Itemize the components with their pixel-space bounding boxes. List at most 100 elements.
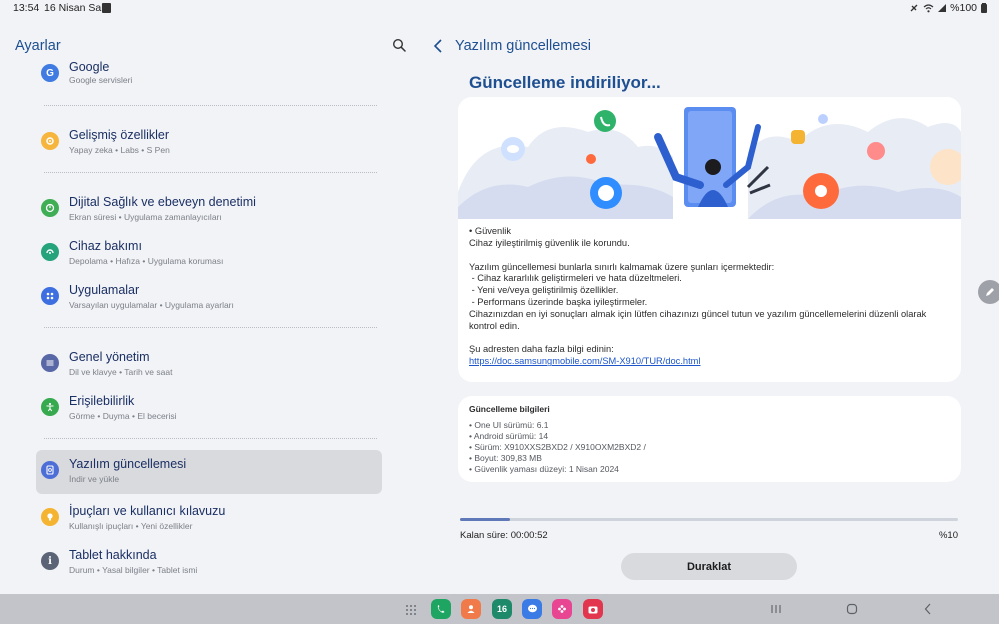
notification-icon (102, 3, 111, 13)
camera-icon[interactable] (583, 599, 603, 619)
calendar-day: 16 (496, 604, 507, 614)
digital-wellbeing-icon (41, 199, 59, 217)
menu-item-software-update[interactable]: Yazılım güncellemesi İndir ve yükle (36, 450, 382, 494)
menu-item-about-tablet[interactable]: i Tablet hakkında Durum • Yasal bilgiler… (36, 541, 382, 585)
messages-icon[interactable] (522, 599, 542, 619)
notes-line: - Cihaz kararlılık geliştirmeleri ve hat… (469, 273, 682, 284)
menu-item-subtitle: Ekran süresi • Uygulama zamanlayıcıları (69, 212, 222, 222)
pen-icon (986, 288, 994, 296)
settings-title: Ayarlar (15, 38, 61, 54)
app-drawer-icon[interactable] (405, 604, 417, 616)
about-tablet-icon: i (41, 552, 59, 570)
menu-item-subtitle: Kullanışlı ipuçları • Yeni özellikler (69, 521, 193, 531)
menu-item-title: Tablet hakkında (69, 548, 157, 562)
menu-item-tips[interactable]: İpuçları ve kullanıcı kılavuzu Kullanışl… (36, 497, 382, 541)
update-info-item: • Güvenlik yaması düzeyi: 1 Nisan 2024 (469, 464, 619, 474)
menu-item-subtitle: Depolama • Hafıza • Uygulama koruması (69, 256, 224, 266)
wifi-icon (923, 4, 934, 13)
menu-item-device-care[interactable]: Cihaz bakımı Depolama • Hafıza • Uygulam… (36, 232, 382, 276)
signal-icon (938, 4, 947, 12)
notes-line: - Yeni ve/veya geliştirilmiş özellikler. (469, 285, 619, 296)
pause-button[interactable]: Duraklat (621, 553, 797, 580)
general-management-icon (41, 354, 59, 372)
menu-item-subtitle: İndir ve yükle (69, 474, 120, 484)
menu-item-subtitle: Durum • Yasal bilgiler • Tablet ismi (69, 565, 198, 575)
battery-icon (981, 3, 987, 13)
navigation-bar: 16 (0, 594, 999, 624)
progress-percent: %10 (938, 530, 958, 541)
update-info-item: • Android sürümü: 14 (469, 431, 549, 441)
update-info-title: Güncelleme bilgileri (469, 404, 550, 414)
remaining-time: Kalan süre: 00:00:52 (460, 530, 548, 541)
menu-item-general-management[interactable]: Genel yönetim Dil ve klavye • Tarih ve s… (36, 343, 382, 387)
status-icons: %100 (909, 2, 987, 14)
menu-item-title: Uygulamalar (69, 283, 140, 297)
accessibility-icon (41, 398, 59, 416)
recent-apps-button[interactable] (769, 602, 783, 616)
mute-icon (910, 4, 918, 12)
search-icon[interactable] (392, 38, 406, 52)
notes-line: • Güvenlik (469, 226, 512, 236)
notes-line: Şu adresten daha fazla bilgi edinin: (469, 344, 614, 355)
page-title: Yazılım güncellemesi (455, 38, 591, 54)
menu-item-subtitle: Görme • Duyma • El becerisi (69, 411, 177, 421)
menu-item-title: Dijital Sağlık ve ebeveyn denetimi (69, 195, 256, 209)
update-info-list: • One UI sürümü: 6.1 • Android sürümü: 1… (469, 420, 646, 475)
update-info-item: • One UI sürümü: 6.1 (469, 420, 549, 430)
menu-item-title: Gelişmiş özellikler (69, 128, 170, 142)
menu-item-title: Google (69, 60, 110, 74)
update-illustration (458, 97, 961, 219)
calendar-icon[interactable]: 16 (492, 599, 512, 619)
status-bar: 13:54 16 Nisan Sal %100 (0, 0, 999, 16)
software-update-icon (41, 461, 59, 479)
menu-item-title: İpuçları ve kullanıcı kılavuzu (69, 504, 226, 518)
tips-icon (41, 508, 59, 526)
notes-line: Cihazınızdan en iyi sonuçları almak için… (469, 308, 929, 331)
update-info-item: • Boyut: 309,83 MB (469, 453, 542, 463)
more-info-link[interactable]: https://doc.samsungmobile.com/SM-X910/TU… (469, 356, 954, 368)
menu-item-subtitle: Google servisleri (69, 75, 133, 85)
update-info-card: Güncelleme bilgileri • One UI sürümü: 6.… (458, 396, 961, 482)
download-progress-fill (460, 518, 510, 521)
status-time: 13:54 (13, 2, 40, 14)
notes-line: Cihaz iyileştirilmiş güvenlik ile korund… (469, 237, 630, 248)
settings-list-panel: Ayarlar G Google Google servisleri Geliş… (0, 16, 420, 594)
software-update-header: Yazılım güncellemesi (433, 36, 591, 56)
download-status-title: Güncelleme indiriliyor... (469, 73, 661, 92)
notes-line: Yazılım güncellemesi bunlarla sınırlı ka… (469, 261, 775, 272)
back-button[interactable] (921, 602, 935, 616)
menu-item-advanced-features[interactable]: Gelişmiş özellikler Yapay zeka • Labs • … (36, 121, 382, 165)
menu-item-title: Erişilebilirlik (69, 394, 135, 408)
menu-item-title: Cihaz bakımı (69, 239, 142, 253)
gallery-icon[interactable] (552, 599, 572, 619)
advanced-features-icon (41, 132, 59, 150)
divider (44, 438, 377, 439)
menu-item-subtitle: Dil ve klavye • Tarih ve saat (69, 367, 173, 377)
menu-item-title: Genel yönetim (69, 350, 150, 364)
menu-item-subtitle: Yapay zeka • Labs • S Pen (69, 145, 170, 155)
release-notes-card: • Güvenlik Cihaz iyileştirilmiş güvenlik… (458, 97, 961, 382)
apps-icon (41, 287, 59, 305)
status-date: 16 Nisan Sal (44, 2, 104, 14)
notes-line: - Performans üzerinde başka iyileştirmel… (469, 296, 648, 307)
menu-item-apps[interactable]: Uygulamalar Varsayılan uygulamalar • Uyg… (36, 276, 382, 320)
edge-panel-handle[interactable] (978, 280, 999, 304)
download-progress-bar (460, 518, 958, 521)
device-care-icon (41, 243, 59, 261)
divider (44, 105, 377, 106)
battery-percent: %100 (950, 2, 977, 14)
back-arrow-icon[interactable] (433, 39, 443, 53)
menu-item-accessibility[interactable]: Erişilebilirlik Görme • Duyma • El becer… (36, 387, 382, 431)
home-button[interactable] (845, 602, 859, 616)
menu-item-subtitle: Varsayılan uygulamalar • Uygulama ayarla… (69, 300, 234, 310)
menu-item-title: Yazılım güncellemesi (69, 457, 187, 471)
update-info-item: • Sürüm: X910XXS2BXD2 / X910OXM2BXD2 / (469, 442, 646, 452)
divider (44, 327, 377, 328)
contacts-icon[interactable] (461, 599, 481, 619)
menu-item-digital-wellbeing[interactable]: Dijital Sağlık ve ebeveyn denetimi Ekran… (36, 188, 382, 232)
google-icon: G (41, 64, 59, 82)
menu-item-google[interactable]: G Google Google servisleri (36, 54, 382, 98)
divider (44, 172, 377, 173)
phone-icon[interactable] (431, 599, 451, 619)
release-notes: • Güvenlik Cihaz iyileştirilmiş güvenlik… (469, 226, 954, 368)
